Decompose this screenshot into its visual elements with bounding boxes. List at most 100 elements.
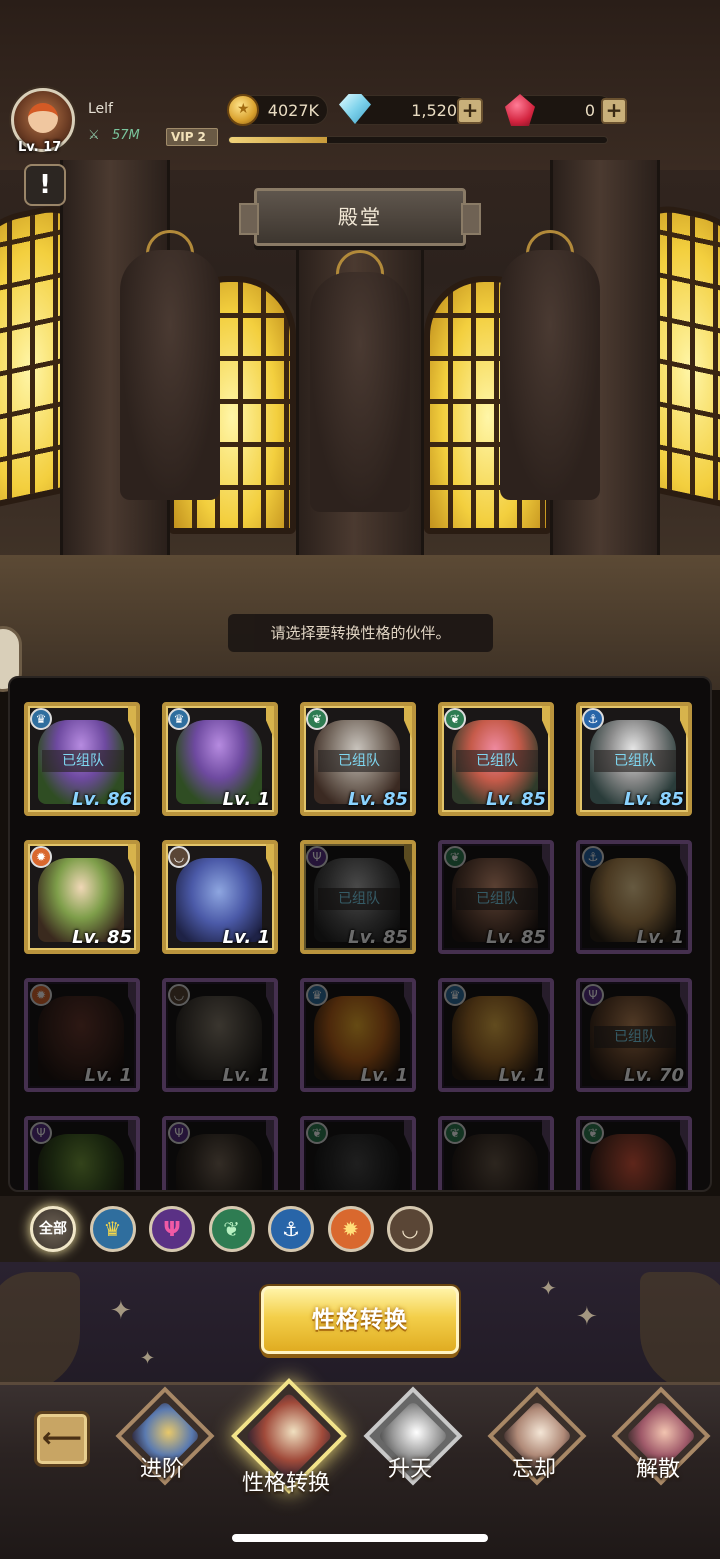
partner-card[interactable]: ❦已组队Lv. 85: [438, 840, 554, 954]
player-name: Lelf: [88, 101, 113, 117]
frame-corner: [672, 706, 688, 748]
partner-card[interactable]: ✹ Lv. 85: [24, 840, 140, 954]
disabled-overlay: [580, 982, 688, 1088]
nav-item-label: 忘却: [511, 1457, 556, 1482]
nav-item-3[interactable]: 忘却: [484, 1386, 587, 1505]
sparkle-icon: ✦: [576, 1302, 598, 1332]
nav-item-label: 解散: [635, 1457, 680, 1482]
nav-item-label: 升天: [387, 1457, 432, 1482]
instruction-text: 请选择要转换性格的伙伴。: [228, 614, 493, 652]
partner-level: Lv. 1: [222, 789, 270, 810]
nav-item-label: 性格转换: [241, 1471, 330, 1496]
disabled-overlay: [304, 982, 412, 1088]
crown-icon: ♛: [103, 1217, 122, 1241]
filter-tree-button[interactable]: ❦: [208, 1206, 255, 1252]
partner-level: Lv. 85: [72, 927, 132, 948]
partner-card[interactable]: Ψ已组队Lv. 70: [576, 978, 692, 1092]
ruby-counter: 0 +: [505, 94, 627, 126]
vip-badge[interactable]: VIP 2: [166, 128, 218, 146]
partner-level: Lv. 85: [486, 789, 546, 810]
back-button[interactable]: ⟵: [34, 1411, 90, 1467]
partner-card[interactable]: ❦: [576, 1116, 692, 1190]
faction-filter-bar: 全部 ♛ Ψ ❦ ⚓ ✹ ◡: [0, 1196, 720, 1262]
in-team-label: 已组队: [456, 750, 538, 772]
filter-all-button[interactable]: 全部: [30, 1206, 76, 1252]
statue-center: [310, 272, 410, 512]
tree-faction-icon: ❦: [306, 708, 328, 730]
statue-right: [500, 250, 600, 500]
disabled-overlay: [28, 1120, 136, 1190]
partner-level: Lv. 1: [222, 927, 270, 948]
partner-level: Lv. 85: [624, 789, 684, 810]
frame-corner: [120, 706, 136, 748]
nav-item-4[interactable]: 解散: [608, 1386, 711, 1505]
home-indicator[interactable]: [232, 1534, 488, 1542]
top-hud: Lv. 17 Lelf ⚔ 57M VIP2 4027K 1,520 + 0 +…: [0, 0, 720, 206]
partner-card[interactable]: ❦: [300, 1116, 416, 1190]
trident-icon: Ψ: [163, 1217, 181, 1241]
partner-level: Lv. 85: [348, 789, 408, 810]
partner-card[interactable]: Ψ: [162, 1116, 278, 1190]
convert-personality-button[interactable]: 性格转换: [261, 1286, 459, 1354]
partner-grid[interactable]: ♛ 已组队 Lv. 86 ♛ Lv. 1 ❦ 已组队 Lv. 85 ❦ 已组队 Lv. 85 ⚓ 已组队…: [8, 676, 712, 1192]
in-team-label: 已组队: [318, 750, 400, 772]
tree-faction-icon: ❦: [444, 708, 466, 730]
power-icon: ⚔: [88, 128, 100, 143]
frame-corner: [258, 844, 274, 886]
sparkle-icon: ✦: [140, 1348, 156, 1369]
ruby-icon: [505, 94, 535, 126]
frame-corner: [120, 844, 136, 886]
nav-item-label: 进阶: [139, 1457, 184, 1482]
disabled-overlay: [28, 982, 136, 1088]
statue-left: [120, 250, 220, 500]
partner-card[interactable]: ♛Lv. 1: [300, 978, 416, 1092]
disabled-overlay: [580, 1120, 688, 1190]
disabled-overlay: [304, 844, 412, 950]
ruby-value: 0: [584, 101, 595, 120]
anchor-icon: ⚓: [282, 1217, 300, 1241]
diamond-icon: [339, 94, 371, 124]
filter-crown-button[interactable]: ♛: [89, 1206, 136, 1252]
filter-trident-button[interactable]: Ψ: [149, 1206, 195, 1252]
partner-card[interactable]: ♛ Lv. 1: [162, 702, 278, 816]
nav-item-1[interactable]: 性格转换: [231, 1378, 347, 1505]
partner-card[interactable]: ♛ 已组队 Lv. 86: [24, 702, 140, 816]
dragon-faction-icon: ✹: [30, 846, 52, 868]
notice-button[interactable]: !: [24, 164, 66, 206]
disabled-overlay: [580, 844, 688, 950]
gold-value: 4027K: [267, 101, 319, 120]
add-ruby-button[interactable]: +: [601, 98, 627, 124]
moon-faction-icon: ◡: [168, 846, 190, 868]
partner-card[interactable]: ❦ 已组队 Lv. 85: [438, 702, 554, 816]
partner-card[interactable]: ✹Lv. 1: [24, 978, 140, 1092]
gold-coin-icon: [227, 94, 259, 126]
nav-item-0[interactable]: 进阶: [112, 1386, 215, 1505]
partner-card[interactable]: ♛Lv. 1: [438, 978, 554, 1092]
partner-card[interactable]: ❦ 已组队 Lv. 85: [300, 702, 416, 816]
dragon-ornament-right: [640, 1272, 720, 1392]
disabled-overlay: [166, 982, 274, 1088]
avatar-portrait: [28, 103, 58, 133]
partner-card[interactable]: ❦: [438, 1116, 554, 1190]
crown-faction-icon: ♛: [168, 708, 190, 730]
frame-corner: [534, 706, 550, 748]
gold-counter: 4027K: [227, 94, 328, 126]
diamond-counter: 1,520 +: [339, 94, 483, 125]
filter-dragon-button[interactable]: ✹: [327, 1206, 374, 1252]
partner-level: Lv. 86: [72, 789, 132, 810]
partner-card[interactable]: ⚓Lv. 1: [576, 840, 692, 954]
filter-anchor-button[interactable]: ⚓: [268, 1206, 314, 1252]
partner-card[interactable]: ◡ Lv. 1: [162, 840, 278, 954]
disabled-overlay: [442, 1120, 550, 1190]
disabled-overlay: [166, 1120, 274, 1190]
filter-moon-button[interactable]: ◡: [387, 1206, 433, 1252]
partner-card[interactable]: Ψ已组队Lv. 85: [300, 840, 416, 954]
add-diamond-button[interactable]: +: [457, 98, 483, 124]
disabled-overlay: [442, 982, 550, 1088]
partner-card[interactable]: ⚓ 已组队 Lv. 85: [576, 702, 692, 816]
in-team-label: 已组队: [42, 750, 124, 772]
partner-card[interactable]: ◡Lv. 1: [162, 978, 278, 1092]
partner-card[interactable]: Ψ: [24, 1116, 140, 1190]
nav-item-2[interactable]: 升天: [360, 1386, 463, 1505]
diamond-value: 1,520: [411, 101, 457, 120]
